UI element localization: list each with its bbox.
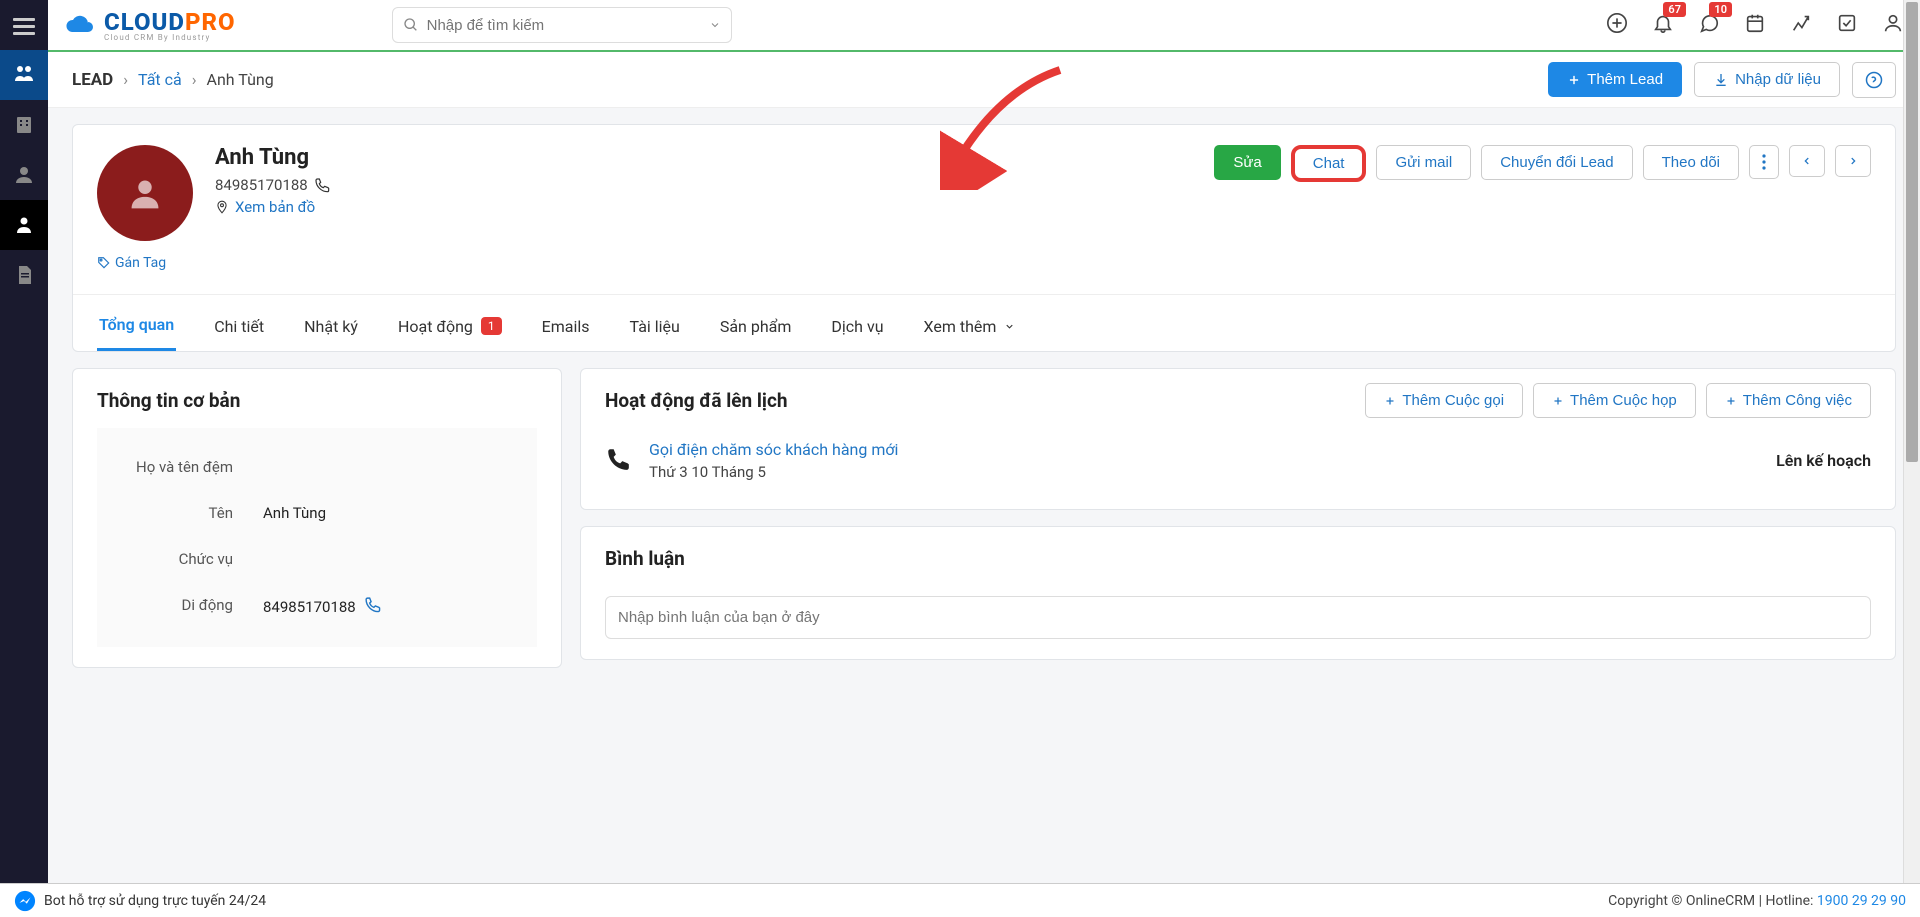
messenger-icon[interactable] [14,890,36,912]
lead-header-card: Anh Tùng 84985170188 Xem bản đồ Sửa Chat… [72,124,1896,352]
search-bar[interactable] [392,7,732,43]
tab-detail[interactable]: Chi tiết [212,307,266,351]
tag-icon [97,256,111,270]
analytics-button[interactable] [1790,12,1812,38]
lastname-value [263,458,521,476]
download-icon [1713,72,1729,88]
firstname-label: Tên [113,504,263,522]
scheduled-activities-card: Thêm Cuộc gọi Thêm Cuộc họp Thêm Công vi… [580,368,1896,510]
add-call-button[interactable]: Thêm Cuộc gọi [1365,383,1523,418]
sidebar-item-leads[interactable] [0,50,48,100]
avatar [97,145,193,241]
tab-products[interactable]: Sản phẩm [718,307,794,351]
plus-icon [1384,395,1396,407]
user-profile[interactable] [1882,12,1904,38]
bot-text: Bot hỗ trợ sử dụng trực tuyến 24/24 [44,893,266,909]
chat-notifications[interactable]: 10 [1698,12,1720,38]
tab-overview[interactable]: Tổng quan [97,307,176,351]
sidebar-item-person[interactable] [0,200,48,250]
position-label: Chức vụ [113,550,263,568]
plus-icon [1567,73,1581,87]
comments-title: Bình luận [605,547,1871,570]
sidebar-item-contacts[interactable] [0,150,48,200]
prev-record-button[interactable] [1789,145,1825,177]
phone-activity-icon [605,446,631,476]
bell-badge: 67 [1663,2,1686,17]
more-actions-button[interactable] [1749,145,1779,179]
hotline-link[interactable]: 1900 29 29 90 [1817,893,1906,909]
phone-icon[interactable] [314,177,330,193]
activity-title: Gọi điện chăm sóc khách hàng mới [649,440,898,459]
activity-status: Lên kế hoạch [1776,451,1871,470]
chat-button[interactable]: Chat [1291,145,1367,182]
convert-lead-button[interactable]: Chuyển đổi Lead [1481,145,1632,180]
basic-info-title: Thông tin cơ bản [97,389,537,412]
breadcrumb: LEAD › Tất cả › Anh Tùng [72,70,274,90]
tab-log[interactable]: Nhật ký [302,307,360,351]
tabs: Tổng quan Chi tiết Nhật ký Hoạt động1 Em… [73,294,1895,351]
tab-more[interactable]: Xem thêm [922,307,1018,351]
sidebar-item-companies[interactable] [0,100,48,150]
breadcrumb-root[interactable]: LEAD [72,70,113,90]
chevron-down-icon [1004,321,1015,332]
view-map-link[interactable]: Xem bản đồ [235,198,315,216]
activity-badge: 1 [481,317,502,335]
calendar-button[interactable] [1744,12,1766,38]
mobile-label: Di động [113,596,263,617]
comment-input[interactable] [605,596,1871,639]
lead-phone: 84985170188 [215,176,308,194]
tab-emails[interactable]: Emails [540,307,592,351]
breadcrumb-all[interactable]: Tất cả [138,70,182,89]
location-icon [215,200,229,214]
activity-date: Thứ 3 10 Tháng 5 [649,463,898,481]
sidebar-item-documents[interactable] [0,250,48,300]
search-icon [403,17,419,33]
footer: Bot hỗ trợ sử dụng trực tuyến 24/24 Copy… [0,883,1920,917]
comments-card: Bình luận [580,526,1896,660]
lastname-label: Họ và tên đệm [113,458,263,476]
mobile-value: 84985170188 [263,596,521,617]
call-icon[interactable] [364,596,381,617]
notification-bell[interactable]: 67 [1652,12,1674,38]
dots-vertical-icon [1762,154,1766,170]
position-value [263,550,521,568]
import-button[interactable]: Nhập dữ liệu [1694,62,1840,97]
search-input[interactable] [427,17,701,34]
tab-docs[interactable]: Tài liệu [628,307,682,351]
tab-services[interactable]: Dịch vụ [829,307,885,351]
chevron-right-icon [1848,154,1858,168]
help-icon [1865,71,1883,89]
add-lead-button[interactable]: Thêm Lead [1548,62,1682,97]
plus-icon [1725,395,1737,407]
subheader: LEAD › Tất cả › Anh Tùng Thêm Lead Nhập … [48,52,1920,108]
add-meeting-button[interactable]: Thêm Cuộc họp [1533,383,1696,418]
tab-activity[interactable]: Hoạt động1 [396,307,504,351]
cloud-icon [64,11,96,39]
chevron-left-icon [1802,154,1812,168]
follow-button[interactable]: Theo dõi [1643,145,1739,180]
add-task-button[interactable]: Thêm Công việc [1706,383,1871,418]
hamburger-menu[interactable] [0,2,48,50]
next-record-button[interactable] [1835,145,1871,177]
plus-icon [1552,395,1564,407]
basic-info-card: Thông tin cơ bản Họ và tên đệm TênAnh Tù… [72,368,562,668]
tasks-button[interactable] [1836,12,1858,38]
sidebar [0,0,48,917]
add-tag-link[interactable]: Gán Tag [97,255,166,271]
help-button[interactable] [1852,62,1896,98]
edit-button[interactable]: Sửa [1214,145,1280,180]
lead-name: Anh Tùng [215,145,330,170]
activity-item[interactable]: Gọi điện chăm sóc khách hàng mới Thứ 3 1… [605,432,1871,489]
add-button[interactable] [1606,12,1628,38]
breadcrumb-current: Anh Tùng [207,70,274,89]
firstname-value: Anh Tùng [263,504,521,522]
logo[interactable]: CLOUDPRO Cloud CRM By Industry [64,8,236,42]
chevron-down-icon [709,19,721,31]
send-mail-button[interactable]: Gửi mail [1376,145,1471,180]
copyright-text: Copyright © OnlineCRM | Hotline: [1608,893,1817,909]
topbar: CLOUDPRO Cloud CRM By Industry 67 10 [48,0,1920,52]
vertical-scrollbar[interactable] [1903,0,1920,883]
chat-badge: 10 [1709,2,1732,17]
